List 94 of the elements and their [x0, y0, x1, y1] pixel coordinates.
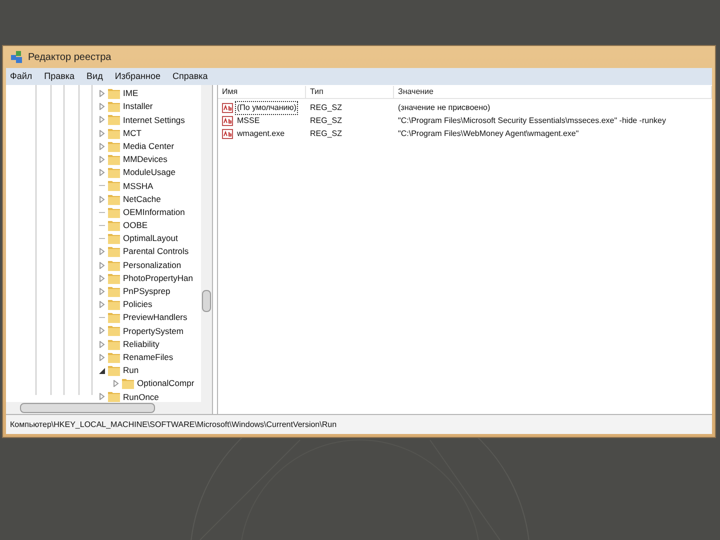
column-header[interactable]: Имя	[218, 86, 306, 98]
scroll-thumb[interactable]	[20, 403, 155, 413]
string-value-icon	[222, 116, 233, 126]
folder-icon	[108, 88, 120, 100]
tree-item[interactable]: Internet Settings	[123, 114, 185, 126]
column-header[interactable]: Тип	[306, 86, 394, 98]
expand-arrow-icon[interactable]	[98, 142, 104, 150]
window-title: Редактор реестра	[28, 50, 112, 64]
tree-item[interactable]: PropertySystem	[123, 324, 184, 338]
folder-icon	[108, 167, 120, 178]
folder-icon	[108, 114, 120, 126]
value-name[interactable]: (По умолчанию)	[235, 100, 298, 114]
registry-path-text: Компьютер\HKEY_LOCAL_MACHINE\SOFTWARE\Microsoft\Windows\CurrentVersion\Run	[10, 418, 337, 430]
value-name[interactable]: MSSE	[235, 114, 262, 126]
tree-item[interactable]: Run	[123, 364, 139, 377]
expand-arrow-icon[interactable]	[98, 103, 104, 110]
expand-arrow-icon[interactable]	[98, 116, 104, 124]
tree-item[interactable]: Policies	[123, 298, 152, 311]
folder-icon	[108, 325, 120, 336]
expand-arrow-icon[interactable]	[98, 288, 104, 295]
folder-icon	[108, 352, 120, 363]
expand-arrow-icon[interactable]	[98, 196, 104, 203]
table-cell: (значение не присвоено)	[398, 102, 490, 114]
menu-item[interactable]: Правка	[44, 70, 75, 84]
folder-icon	[108, 391, 120, 402]
expand-arrow-icon[interactable]	[98, 156, 104, 164]
folder-icon	[108, 140, 120, 152]
folder-icon	[108, 272, 120, 284]
folder-icon	[108, 233, 120, 244]
folder-icon	[122, 378, 134, 390]
tree-item[interactable]: Installer	[123, 100, 153, 114]
tree-item[interactable]: RenameFiles	[123, 350, 174, 364]
menu-item[interactable]: Файл	[10, 70, 32, 84]
expand-arrow-icon[interactable]	[98, 262, 104, 269]
expand-arrow-icon[interactable]	[98, 274, 104, 282]
menu-item[interactable]: Вид	[86, 70, 103, 84]
vertical-scrollbar[interactable]	[201, 85, 212, 402]
folder-icon	[108, 180, 120, 192]
menu-item[interactable]: Избранное	[114, 70, 160, 84]
tree-item[interactable]: MSSHA	[123, 180, 154, 192]
table-cell: REG_SZ	[310, 102, 342, 114]
tree-item[interactable]: OOBE	[123, 219, 148, 232]
tree-item[interactable]: PhotoPropertyHan	[123, 272, 193, 285]
table-cell: "C:\Program Files\Microsoft Security Essentials\msseces.exe" -hide -runkey	[398, 114, 666, 126]
expand-arrow-icon[interactable]	[98, 130, 104, 137]
expand-arrow-icon[interactable]	[98, 327, 104, 334]
folder-icon	[108, 365, 120, 376]
folder-icon	[108, 286, 120, 297]
expand-arrow-icon[interactable]	[98, 248, 104, 256]
tree-item[interactable]: Personalization	[123, 258, 182, 272]
tree-item[interactable]: Reliability	[123, 338, 160, 351]
folder-icon	[108, 312, 120, 324]
tree-item[interactable]: Parental Controls	[123, 245, 189, 258]
folder-icon	[108, 338, 120, 350]
folder-icon	[108, 154, 120, 166]
expand-arrow-icon[interactable]	[98, 90, 104, 98]
tree-item[interactable]: RunOnce	[123, 390, 159, 402]
table-cell: REG_SZ	[310, 128, 342, 140]
table-cell: REG_SZ	[310, 114, 342, 126]
tree-item[interactable]: ModuleUsage	[123, 166, 176, 180]
folder-icon	[108, 246, 120, 258]
folder-icon	[108, 299, 120, 310]
expand-arrow-icon[interactable]	[98, 393, 104, 400]
menu-item[interactable]: Справка	[172, 70, 208, 84]
folder-icon	[108, 220, 120, 231]
folder-icon	[108, 101, 120, 112]
tree-item[interactable]: PnPSysprep	[123, 285, 170, 298]
tree-item[interactable]: IME	[123, 87, 138, 100]
table-cell: "C:\Program Files\WebMoney Agent\wmagent.exe"	[398, 128, 579, 140]
scroll-thumb[interactable]	[202, 290, 211, 312]
column-header[interactable]: Значение	[394, 86, 712, 98]
tree-item[interactable]: OEMInformation	[123, 206, 185, 219]
tree-item[interactable]: PreviewHandlers	[123, 311, 188, 324]
expand-arrow-icon[interactable]	[112, 380, 118, 388]
tree-item[interactable]: NetCache	[123, 192, 161, 206]
tree-item[interactable]: MMDevices	[123, 153, 168, 166]
folder-icon	[108, 206, 120, 218]
tree-item[interactable]: OptionalCompr	[137, 377, 194, 390]
string-value-icon	[222, 128, 233, 138]
registry-app-icon	[10, 50, 24, 64]
tree-item[interactable]: OptimalLayout	[123, 232, 178, 246]
expand-arrow-icon[interactable]	[98, 340, 104, 348]
expand-arrow-icon[interactable]	[98, 354, 104, 361]
value-name[interactable]: wmagent.exe	[235, 128, 287, 140]
expand-arrow-icon[interactable]	[98, 301, 104, 308]
folder-icon	[108, 128, 120, 139]
folder-icon	[108, 260, 120, 271]
expand-arrow-icon[interactable]	[98, 169, 104, 176]
tree-item[interactable]: MCT	[123, 126, 142, 140]
collapse-arrow-icon[interactable]	[98, 368, 104, 374]
horizontal-scrollbar[interactable]	[6, 402, 212, 414]
string-value-icon	[222, 102, 233, 112]
folder-icon	[108, 194, 120, 205]
tree-item[interactable]: Media Center	[123, 140, 174, 153]
